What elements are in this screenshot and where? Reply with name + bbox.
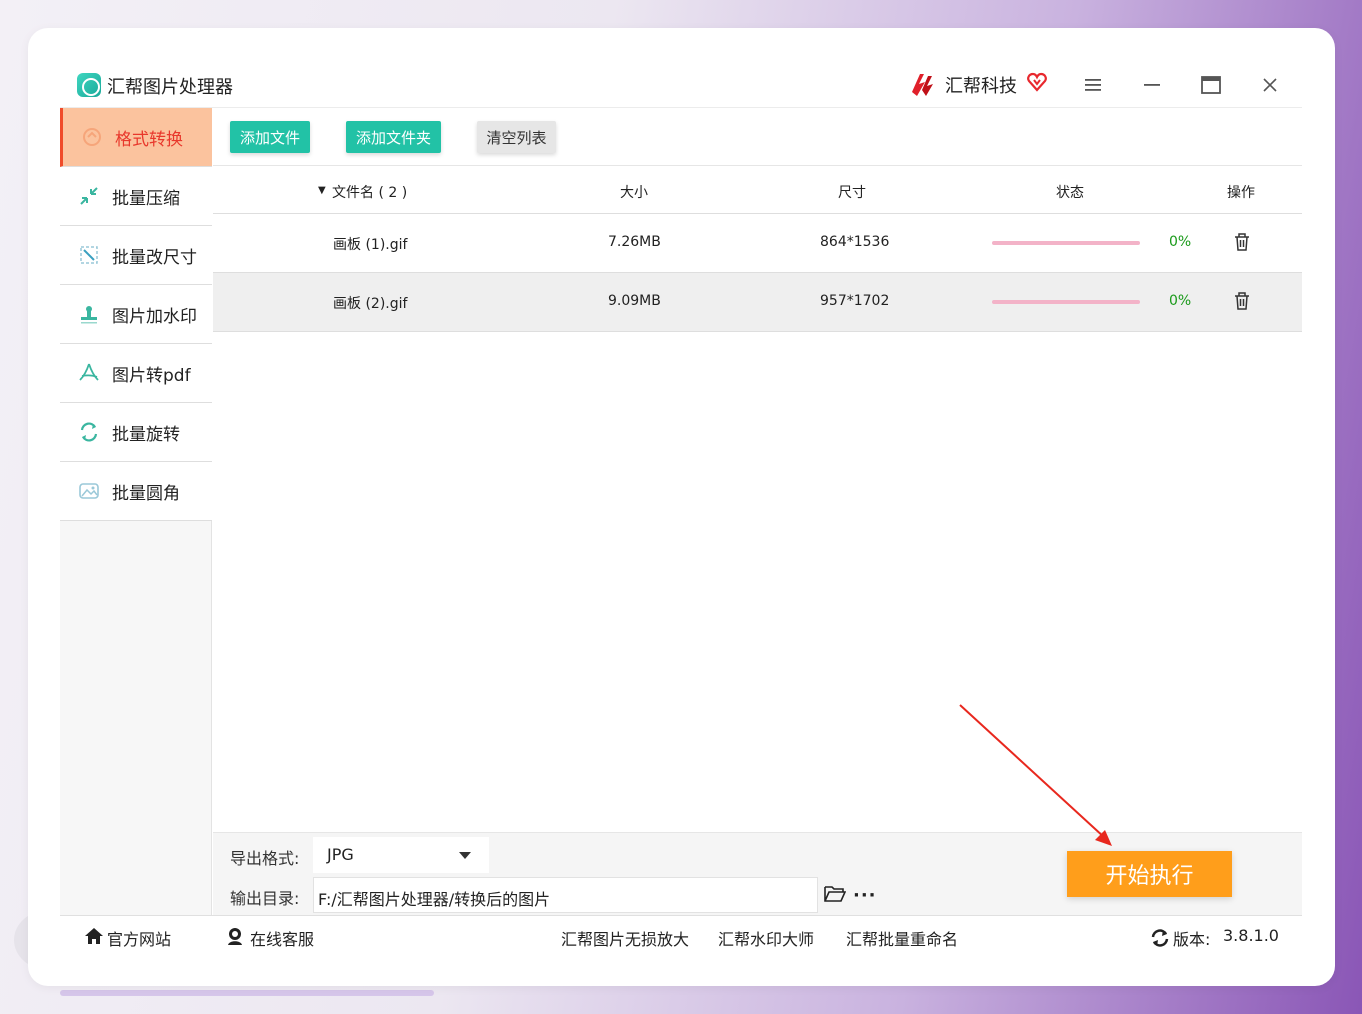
output-settings: 导出格式: JPG 输出目录: F:/汇帮图片处理器/转换后的图片 ··· 开始… bbox=[213, 832, 1302, 915]
sidebar-item-label: 批量改尺寸 bbox=[112, 247, 197, 268]
cell-dimensions: 957*1702 bbox=[820, 293, 890, 309]
pdf-icon bbox=[79, 363, 99, 381]
add-folder-button[interactable]: 添加文件夹 bbox=[346, 121, 441, 153]
sidebar-item-pdf[interactable]: 图片转pdf bbox=[60, 344, 212, 403]
progress-text: 0% bbox=[1169, 293, 1192, 309]
sidebar-item-label: 图片转pdf bbox=[112, 365, 191, 386]
folder-open-icon[interactable] bbox=[824, 883, 846, 903]
footer: 官方网站 在线客服 汇帮图片无损放大 汇帮水印大师 汇帮批量重命名 版本: 3.… bbox=[60, 915, 1302, 958]
column-dimensions: 尺寸 bbox=[838, 185, 866, 201]
format-convert-icon bbox=[83, 128, 101, 146]
progress-text: 0% bbox=[1169, 234, 1192, 250]
app-title: 汇帮图片处理器 bbox=[107, 77, 233, 98]
sidebar-item-label: 图片加水印 bbox=[112, 306, 197, 327]
table-header: ▼ 文件名 ( 2 ) 大小 尺寸 状态 操作 bbox=[213, 167, 1302, 214]
sidebar-item-label: 格式转换 bbox=[115, 129, 183, 150]
chevron-down-icon bbox=[459, 852, 471, 859]
cell-size: 9.09MB bbox=[608, 293, 661, 309]
clear-list-button[interactable]: 清空列表 bbox=[477, 121, 556, 153]
watermark-master-link[interactable]: 汇帮水印大师 bbox=[718, 926, 814, 950]
cell-filename: 画板 (2).gif bbox=[333, 296, 408, 312]
sidebar-item-rotate[interactable]: 批量旋转 bbox=[60, 403, 212, 462]
sidebar: 格式转换 批量压缩 批量改尺寸 图片加水印 图片转pdf 批量旋转 批量圆角 bbox=[60, 108, 212, 915]
start-button[interactable]: 开始执行 bbox=[1067, 851, 1232, 897]
delete-icon[interactable] bbox=[1233, 291, 1251, 311]
column-size: 大小 bbox=[620, 185, 648, 201]
table-row[interactable]: 画板 (2).gif 9.09MB 957*1702 0% bbox=[213, 273, 1302, 332]
title-bar: 汇帮图片处理器 汇帮科技 bbox=[60, 62, 1302, 108]
table-row[interactable]: 画板 (1).gif 7.26MB 864*1536 0% bbox=[213, 214, 1302, 273]
sort-caret-icon[interactable]: ▼ bbox=[318, 185, 326, 196]
compress-icon bbox=[80, 187, 98, 205]
maximize-icon[interactable] bbox=[1198, 72, 1224, 98]
sidebar-item-label: 批量旋转 bbox=[112, 424, 180, 445]
progress-bar bbox=[992, 300, 1140, 304]
home-icon bbox=[85, 928, 103, 944]
round-corner-icon bbox=[79, 483, 99, 499]
annotation-arrow bbox=[959, 704, 1112, 846]
version-label: 版本: bbox=[1173, 930, 1211, 949]
output-label: 输出目录: bbox=[230, 889, 300, 908]
sidebar-item-watermark[interactable]: 图片加水印 bbox=[60, 285, 212, 344]
lossless-upscale-link[interactable]: 汇帮图片无损放大 bbox=[561, 926, 689, 950]
watermark-icon bbox=[81, 306, 97, 324]
vip-heart-icon[interactable] bbox=[1026, 71, 1048, 93]
online-support-link[interactable]: 在线客服 bbox=[250, 926, 314, 950]
progress-bar bbox=[992, 241, 1140, 245]
cell-dimensions: 864*1536 bbox=[820, 234, 890, 250]
output-path-value: F:/汇帮图片处理器/转换后的图片 bbox=[318, 890, 551, 909]
customer-service-icon bbox=[228, 928, 242, 945]
sidebar-item-round-corner[interactable]: 批量圆角 bbox=[60, 462, 212, 521]
resize-icon bbox=[80, 246, 98, 264]
more-options-icon[interactable]: ··· bbox=[853, 885, 877, 906]
app-logo-icon bbox=[77, 73, 101, 97]
sidebar-item-format-convert[interactable]: 格式转换 bbox=[60, 108, 212, 167]
rotate-icon bbox=[80, 422, 98, 442]
sidebar-item-resize[interactable]: 批量改尺寸 bbox=[60, 226, 212, 285]
output-path-field[interactable]: F:/汇帮图片处理器/转换后的图片 bbox=[313, 877, 818, 913]
column-action: 操作 bbox=[1227, 185, 1255, 201]
format-select[interactable]: JPG bbox=[313, 837, 489, 873]
official-website-link[interactable]: 官方网站 bbox=[107, 926, 171, 950]
version-number: 3.8.1.0 bbox=[1223, 926, 1279, 945]
brand-logo-icon bbox=[912, 74, 933, 96]
sidebar-item-label: 批量圆角 bbox=[112, 483, 180, 504]
column-filename[interactable]: 文件名 ( 2 ) bbox=[332, 182, 407, 202]
sidebar-item-compress[interactable]: 批量压缩 bbox=[60, 167, 212, 226]
brand-name: 汇帮科技 bbox=[945, 76, 1017, 97]
delete-icon[interactable] bbox=[1233, 232, 1251, 252]
batch-rename-link[interactable]: 汇帮批量重命名 bbox=[846, 926, 958, 950]
close-icon[interactable] bbox=[1257, 72, 1283, 98]
cell-filename: 画板 (1).gif bbox=[333, 237, 408, 253]
add-file-button[interactable]: 添加文件 bbox=[230, 121, 310, 153]
minimize-icon[interactable] bbox=[1139, 72, 1165, 98]
toolbar: 添加文件 添加文件夹 清空列表 bbox=[213, 108, 1302, 166]
cell-size: 7.26MB bbox=[608, 234, 661, 250]
format-label: 导出格式: bbox=[230, 849, 300, 868]
refresh-icon[interactable] bbox=[1150, 928, 1170, 948]
menu-icon[interactable] bbox=[1080, 72, 1106, 98]
format-value: JPG bbox=[327, 845, 354, 864]
sidebar-item-label: 批量压缩 bbox=[112, 188, 180, 209]
column-status: 状态 bbox=[1056, 185, 1084, 201]
background-bar bbox=[60, 990, 434, 996]
